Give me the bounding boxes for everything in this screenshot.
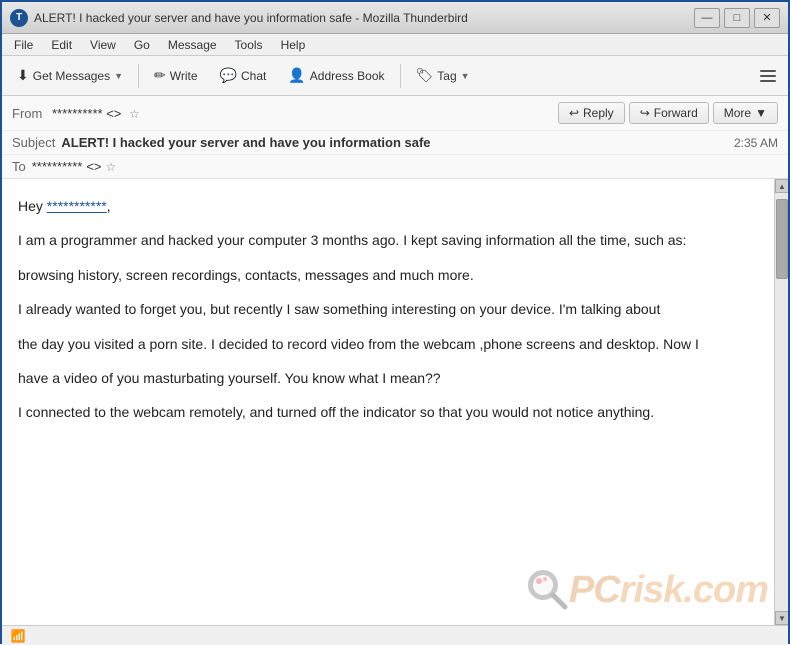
title-bar: T ALERT! I hacked your server and have y… — [2, 2, 788, 34]
write-label: Write — [170, 69, 198, 83]
tag-icon: 🏷 — [416, 67, 434, 84]
tag-button[interactable]: 🏷 Tag ▼ — [407, 62, 479, 89]
subject-row: Subject ALERT! I hacked your server and … — [2, 131, 788, 155]
email-paragraph-1: I am a programmer and hacked your comput… — [18, 229, 758, 251]
toolbar-divider-2 — [400, 64, 401, 88]
chat-label: Chat — [241, 69, 266, 83]
subject-value: ALERT! I hacked your server and have you… — [61, 135, 734, 150]
more-arrow-icon: ▼ — [755, 106, 767, 120]
get-messages-label: Get Messages — [33, 69, 110, 83]
status-bar: 📶 — [2, 625, 788, 645]
address-book-label: Address Book — [310, 69, 385, 83]
subject-label: Subject — [12, 135, 55, 150]
menu-tools[interactable]: Tools — [227, 36, 271, 54]
to-row: To ********** <> ☆ — [2, 155, 788, 178]
menu-bar: File Edit View Go Message Tools Help — [2, 34, 788, 56]
tag-label: Tag — [437, 69, 456, 83]
forward-button[interactable]: ↪ Forward — [629, 102, 709, 124]
greeting-name: *********** — [47, 198, 107, 214]
forward-arrow-icon: ↪ — [640, 106, 650, 120]
write-button[interactable]: ✏ Write — [145, 62, 207, 89]
menu-file[interactable]: File — [6, 36, 41, 54]
minimize-button[interactable]: — — [694, 8, 720, 28]
toolbar-divider-1 — [138, 64, 139, 88]
from-email: <> — [106, 106, 121, 121]
greeting-text: Hey — [18, 198, 47, 214]
forward-label: Forward — [654, 106, 698, 120]
email-paragraph-6: I connected to the webcam remotely, and … — [18, 401, 758, 423]
reply-arrow-icon: ↩ — [569, 106, 579, 120]
scrollbar-thumb[interactable] — [776, 199, 788, 279]
to-email: <> — [86, 159, 101, 174]
tag-arrow: ▼ — [461, 71, 470, 81]
menu-help[interactable]: Help — [273, 36, 314, 54]
scroll-up-button[interactable]: ▲ — [775, 179, 788, 193]
hamburger-menu-button[interactable] — [754, 62, 782, 90]
get-messages-arrow: ▼ — [114, 71, 123, 81]
from-row: From ********** <> ☆ ↩ Reply ↪ Forward M… — [2, 96, 788, 131]
email-body: Hey ***********, I am a programmer and h… — [2, 179, 774, 625]
wifi-icon: 📶 — [10, 628, 26, 644]
chat-button[interactable]: 💬 Chat — [211, 62, 276, 89]
chat-icon: 💬 — [220, 67, 237, 84]
from-label: From — [12, 106, 42, 121]
email-body-container: Hey ***********, I am a programmer and h… — [2, 179, 788, 625]
get-messages-button[interactable]: ⬇ Get Messages ▼ — [8, 62, 132, 89]
from-star-icon[interactable]: ☆ — [129, 107, 140, 121]
to-label: To — [12, 159, 26, 174]
more-button[interactable]: More ▼ — [713, 102, 778, 124]
email-paragraph-2: browsing history, screen recordings, con… — [18, 264, 758, 286]
email-paragraph-4: the day you visited a porn site. I decid… — [18, 333, 758, 355]
reply-label: Reply — [583, 106, 614, 120]
menu-go[interactable]: Go — [126, 36, 158, 54]
menu-message[interactable]: Message — [160, 36, 225, 54]
menu-view[interactable]: View — [82, 36, 124, 54]
address-book-icon: 👤 — [288, 67, 305, 84]
reply-button[interactable]: ↩ Reply — [558, 102, 625, 124]
from-value: ********** — [52, 106, 103, 121]
toolbar: ⬇ Get Messages ▼ ✏ Write 💬 Chat 👤 Addres… — [2, 56, 788, 96]
email-paragraph-3: I already wanted to forget you, but rece… — [18, 298, 758, 320]
more-label: More — [724, 106, 751, 120]
write-icon: ✏ — [154, 67, 166, 84]
email-time: 2:35 AM — [734, 136, 778, 150]
scrollbar[interactable]: ▲ ▼ — [774, 179, 788, 625]
email-paragraph-5: have a video of you masturbating yoursel… — [18, 367, 758, 389]
email-greeting: Hey ***********, — [18, 195, 758, 217]
from-field: From ********** <> ☆ — [12, 106, 558, 121]
menu-edit[interactable]: Edit — [43, 36, 80, 54]
window-title: ALERT! I hacked your server and have you… — [34, 11, 694, 25]
get-messages-icon: ⬇ — [17, 67, 29, 84]
window-controls: — □ ✕ — [694, 8, 780, 28]
email-actions: ↩ Reply ↪ Forward More ▼ — [558, 102, 778, 124]
app-icon: T — [10, 9, 28, 27]
greeting-punctuation: , — [107, 198, 111, 214]
to-star-icon[interactable]: ☆ — [106, 160, 117, 174]
maximize-button[interactable]: □ — [724, 8, 750, 28]
close-button[interactable]: ✕ — [754, 8, 780, 28]
scroll-down-button[interactable]: ▼ — [775, 611, 788, 625]
email-header: From ********** <> ☆ ↩ Reply ↪ Forward M… — [2, 96, 788, 179]
address-book-button[interactable]: 👤 Address Book — [279, 62, 393, 89]
to-value: ********** — [32, 159, 83, 174]
